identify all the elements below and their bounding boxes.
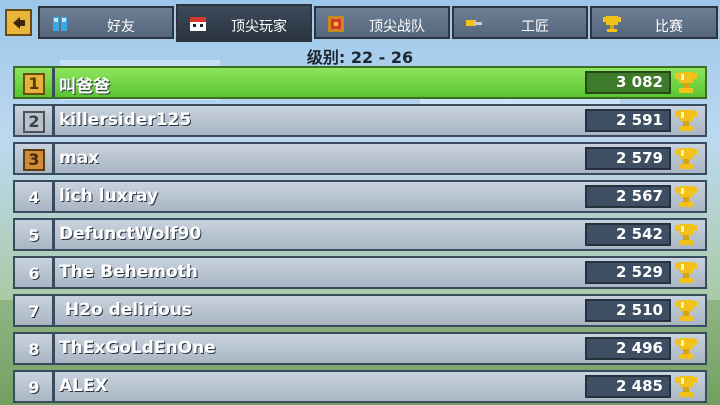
player-face-icon [190,17,206,31]
tab-label: 工匠 [521,19,549,35]
leaderboard-row[interactable]: 2 killersider125 2 591 [13,104,707,137]
row-divider [52,258,55,287]
row-divider [52,182,55,211]
rank-medal-icon: 3 [23,149,45,171]
player-name: The Behemoth [59,262,198,282]
level-range-label: 级别: 22 - 26 [306,48,414,67]
trophy-score: 2 579 [585,147,671,170]
trophy-icon [673,146,699,172]
player-name: killersider125 [59,110,192,130]
rank-number: 8 [28,340,40,359]
trophy-score: 2 510 [585,299,671,322]
trophy-icon [673,260,699,286]
rank-number: 9 [28,378,40,397]
tab-friends[interactable]: 好友 [38,6,174,39]
rank-number: 6 [28,264,40,283]
leaderboard-row[interactable]: 3 max 2 579 [13,142,707,175]
leaderboard-row[interactable]: 6 The Behemoth 2 529 [13,256,707,289]
trophy-icon [673,184,699,210]
player-name: max [59,148,100,168]
player-name: lich luxray [59,186,159,206]
trophy-icon [673,70,699,96]
trophy-score: 2 591 [585,109,671,132]
tab-top-clans[interactable]: 顶尖战队 [314,6,450,39]
leaderboard-row[interactable]: 7 H2o delirious 2 510 [13,294,707,327]
leaderboard-row[interactable]: 4 lich luxray 2 567 [13,180,707,213]
trophy-score: 2 485 [585,375,671,398]
arrow-left-icon [12,16,25,29]
player-name: H2o delirious [59,300,193,320]
row-divider [52,144,55,173]
trophy-icon [673,108,699,134]
player-name: ALEX [59,376,108,396]
tab-crafters[interactable]: 工匠 [452,6,588,39]
tab-tournaments[interactable]: 比赛 [590,6,718,39]
leaderboard-row[interactable]: 5 DefunctWolf90 2 542 [13,218,707,251]
rank-number: 5 [28,226,40,245]
player-name: ThExGoLdEnOne [59,338,216,358]
trophy-icon [673,336,699,362]
row-divider [52,334,55,363]
trophy-icon [673,374,699,400]
row-divider [52,106,55,135]
hammer-icon [466,20,482,26]
row-divider [52,220,55,249]
tab-label: 好友 [107,19,135,35]
tab-label: 顶尖玩家 [231,19,287,35]
trophy-score: 2 496 [585,337,671,360]
trophy-icon [603,16,621,32]
trophy-score: 3 082 [585,71,671,94]
row-divider [52,372,55,401]
clan-badge-icon [328,16,344,32]
trophy-icon [673,222,699,248]
row-divider [52,68,55,97]
trophy-score: 2 529 [585,261,671,284]
leaderboard-row[interactable]: 8 ThExGoLdEnOne 2 496 [13,332,707,365]
tab-label: 顶尖战队 [369,19,425,35]
player-name: DefunctWolf90 [59,224,202,244]
back-button[interactable] [5,9,32,36]
rank-number: 4 [28,188,40,207]
trophy-icon [673,298,699,324]
leaderboard-row[interactable]: 1 叫爸爸 3 082 [13,66,707,99]
tab-top-players[interactable]: 顶尖玩家 [176,4,312,42]
player-name: 叫爸爸 [59,77,110,97]
tab-label: 比赛 [655,19,683,35]
friends-icon [53,17,67,31]
trophy-score: 2 542 [585,223,671,246]
rank-number: 7 [28,302,40,321]
tab-bar: 好友 顶尖玩家 顶尖战队 工匠 比赛 [0,0,720,44]
rank-medal-icon: 1 [23,73,45,95]
rank-medal-icon: 2 [23,111,45,133]
trophy-score: 2 567 [585,185,671,208]
row-divider [52,296,55,325]
leaderboard-row[interactable]: 9 ALEX 2 485 [13,370,707,403]
